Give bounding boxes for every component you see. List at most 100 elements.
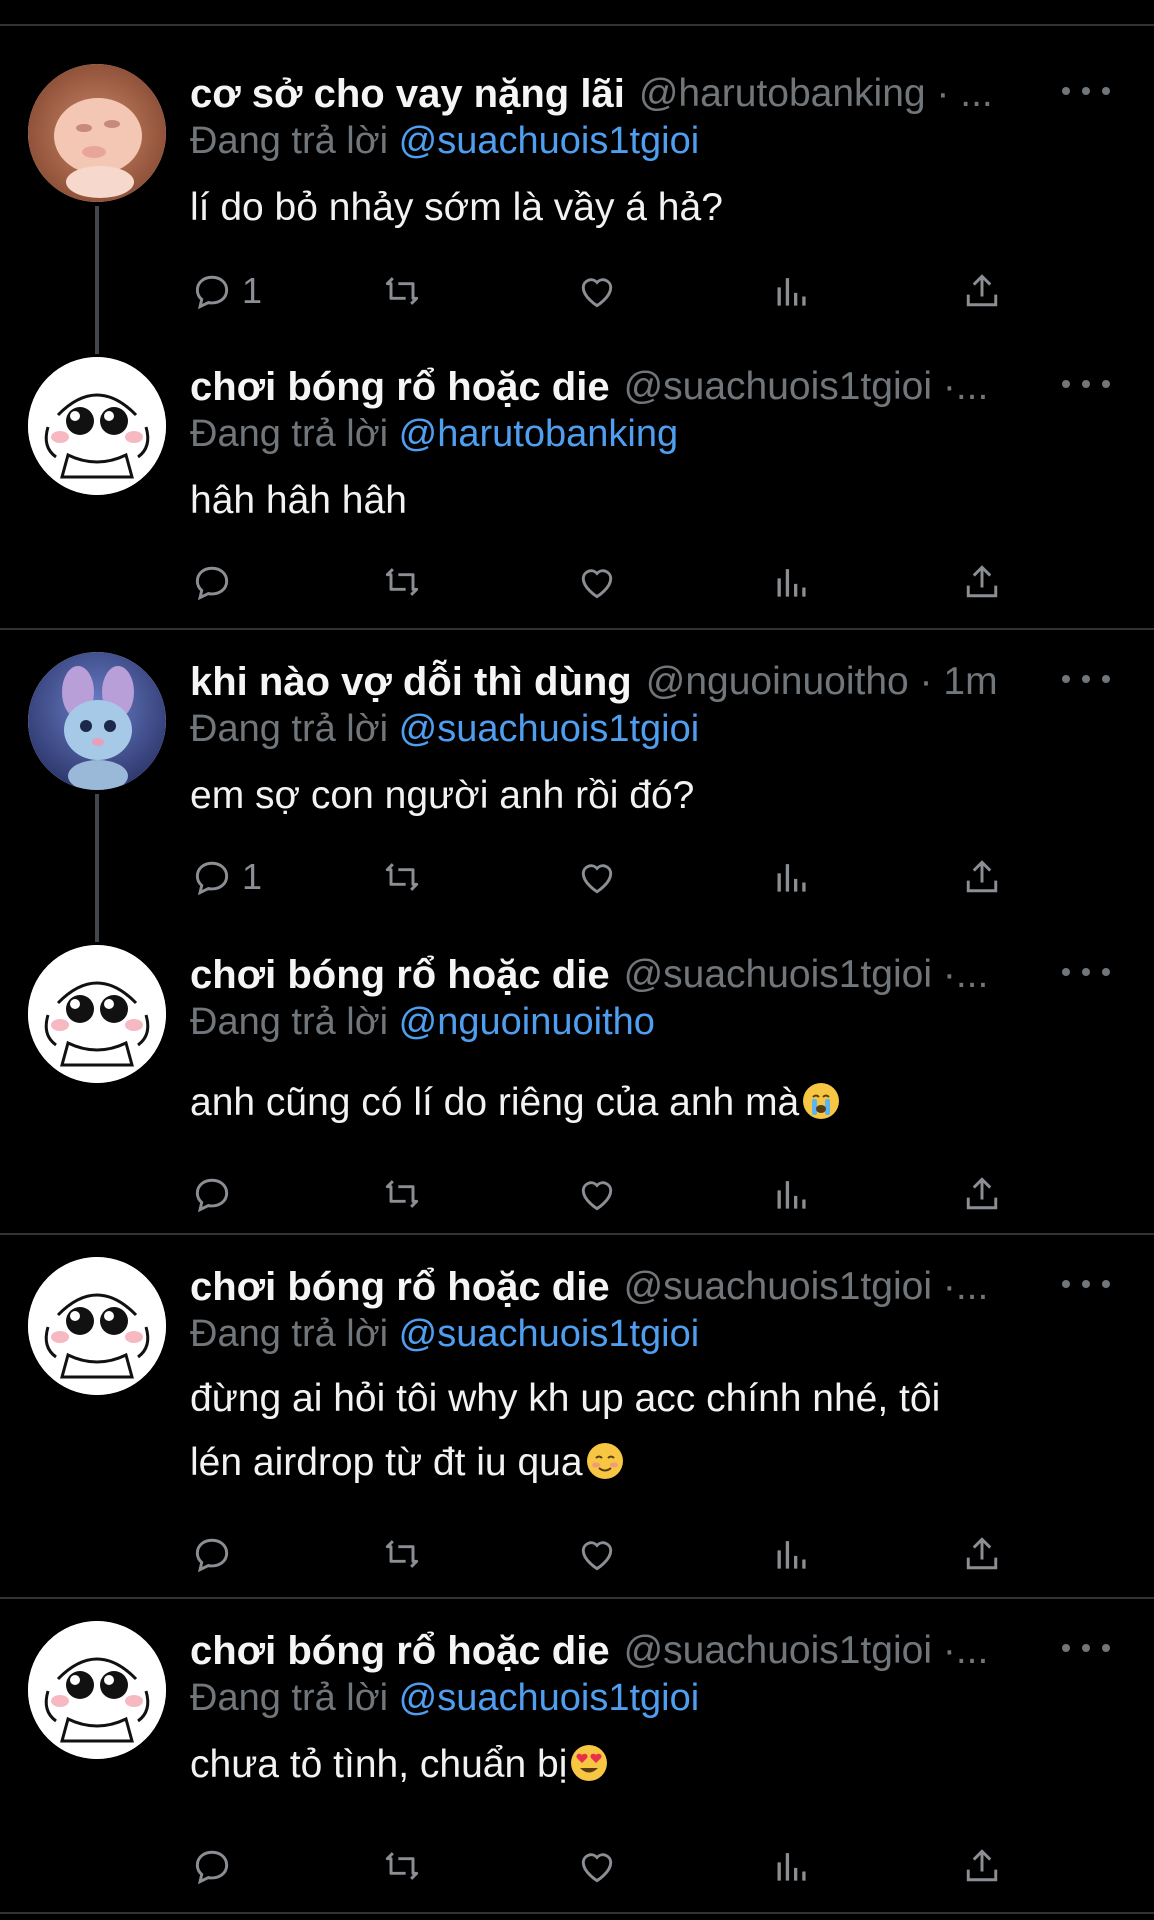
tweet-text: anh cũng có lí do riêng của anh mà — [190, 1071, 1090, 1135]
views-icon — [777, 1541, 806, 1569]
bottom-divider — [0, 1912, 1154, 1914]
reply-icon — [195, 566, 229, 601]
action-bar: 1 — [190, 852, 1020, 902]
tweet[interactable]: chơi bóng rổ hoặc die @suachuois1tgioi ·… — [0, 945, 1154, 1215]
retweet-button[interactable] — [380, 1169, 424, 1219]
more-options-icon[interactable] — [1058, 1633, 1114, 1663]
avatar[interactable] — [28, 1621, 166, 1759]
display-name[interactable]: chơi bóng rổ hoặc die — [190, 365, 610, 410]
avatar[interactable] — [28, 1257, 166, 1395]
username-handle[interactable]: @suachuois1tgioi ·... — [624, 1265, 1124, 1309]
baby-face-avatar-icon — [28, 64, 166, 202]
reply-button[interactable] — [190, 557, 234, 607]
views-icon — [777, 1181, 806, 1209]
reply-button[interactable] — [190, 1529, 234, 1579]
avatar[interactable] — [28, 652, 166, 790]
replying-to: Đang trả lời @suachuois1tgioi — [190, 120, 700, 162]
more-options-icon[interactable] — [1058, 76, 1114, 106]
retweet-button[interactable] — [380, 557, 424, 607]
like-button[interactable] — [575, 1841, 619, 1891]
avatar[interactable] — [28, 945, 166, 1083]
retweet-button[interactable] — [380, 1529, 424, 1579]
mention-link[interactable]: @suachuois1tgioi — [399, 120, 700, 162]
tweet[interactable]: chơi bóng rổ hoặc die @suachuois1tgioi ·… — [0, 1257, 1154, 1577]
views-icon — [777, 569, 806, 597]
share-icon — [966, 860, 998, 893]
tweet[interactable]: cơ sở cho vay nặng lãi @harutobanking · … — [0, 64, 1154, 314]
username-handle[interactable]: @suachuois1tgioi ·... — [624, 953, 1124, 997]
cartoon-face-avatar-icon — [28, 1621, 166, 1759]
tweet-text: đừng ai hỏi tôi why kh up acc chính nhé,… — [190, 1377, 941, 1484]
share-button[interactable] — [960, 1841, 1004, 1891]
like-icon — [581, 1541, 613, 1571]
like-button[interactable] — [575, 557, 619, 607]
replying-to: Đang trả lời @harutobanking — [190, 413, 679, 455]
username-handle[interactable]: @harutobanking · ... — [639, 72, 1124, 116]
like-icon — [581, 1853, 613, 1883]
views-button[interactable] — [770, 1841, 814, 1891]
tweet[interactable]: khi nào vợ dỗi thì dùng @nguoinuoitho · … — [0, 652, 1154, 902]
crying-face-emoji-icon — [803, 1083, 840, 1119]
more-options-icon[interactable] — [1058, 664, 1114, 694]
tweet[interactable]: chơi bóng rổ hoặc die @suachuois1tgioi ·… — [0, 1621, 1154, 1901]
views-icon — [777, 864, 806, 892]
display-name[interactable]: chơi bóng rổ hoặc die — [190, 1629, 610, 1674]
retweet-icon — [385, 277, 419, 305]
more-options-icon[interactable] — [1058, 369, 1114, 399]
retweet-button[interactable] — [380, 266, 424, 316]
display-name[interactable]: chơi bóng rổ hoặc die — [190, 953, 610, 998]
views-icon — [777, 1853, 806, 1881]
avatar[interactable] — [28, 64, 166, 202]
views-button[interactable] — [770, 1529, 814, 1579]
views-button[interactable] — [770, 266, 814, 316]
tweet[interactable]: chơi bóng rổ hoặc die @suachuois1tgioi ·… — [0, 357, 1154, 607]
tweet-header: chơi bóng rổ hoặc die @suachuois1tgioi ·… — [190, 1623, 1124, 1679]
share-button[interactable] — [960, 852, 1004, 902]
share-button[interactable] — [960, 1169, 1004, 1219]
display-name[interactable]: cơ sở cho vay nặng lãi — [190, 72, 625, 117]
like-icon — [581, 864, 613, 894]
reply-button[interactable]: 1 — [190, 266, 262, 316]
like-icon — [581, 278, 613, 308]
reply-button[interactable]: 1 — [190, 852, 262, 902]
mention-link[interactable]: @suachuois1tgioi — [399, 1677, 700, 1719]
share-icon — [966, 1177, 998, 1210]
views-button[interactable] — [770, 852, 814, 902]
bunny-avatar-icon — [28, 652, 166, 790]
retweet-button[interactable] — [380, 852, 424, 902]
like-button[interactable] — [575, 266, 619, 316]
reply-button[interactable] — [190, 1169, 234, 1219]
share-button[interactable] — [960, 1529, 1004, 1579]
views-button[interactable] — [770, 1169, 814, 1219]
mention-link[interactable]: @suachuois1tgioi — [399, 708, 700, 750]
username-handle[interactable]: @suachuois1tgioi ·... — [624, 1629, 1124, 1673]
like-button[interactable] — [575, 852, 619, 902]
more-options-icon[interactable] — [1058, 957, 1114, 987]
share-button[interactable] — [960, 557, 1004, 607]
views-button[interactable] — [770, 557, 814, 607]
reply-icon — [195, 1538, 229, 1573]
reply-button[interactable] — [190, 1841, 234, 1891]
display-name[interactable]: chơi bóng rổ hoặc die — [190, 1265, 610, 1310]
share-button[interactable] — [960, 266, 1004, 316]
retweet-icon — [385, 1852, 419, 1880]
username-handle[interactable]: @nguoinuoitho · 1m — [646, 660, 1124, 704]
tweet-header: cơ sở cho vay nặng lãi @harutobanking · … — [190, 66, 1124, 122]
more-options-icon[interactable] — [1058, 1269, 1114, 1299]
reply-icon — [195, 861, 229, 896]
replying-to: Đang trả lời @suachuois1tgioi — [190, 1313, 700, 1355]
display-name[interactable]: khi nào vợ dỗi thì dùng — [190, 660, 632, 705]
avatar[interactable] — [28, 357, 166, 495]
action-bar — [190, 557, 1020, 607]
retweet-button[interactable] — [380, 1841, 424, 1891]
tweet-header: chơi bóng rổ hoặc die @suachuois1tgioi ·… — [190, 1259, 1124, 1315]
action-bar: 1 — [190, 266, 1020, 316]
username-handle[interactable]: @suachuois1tgioi ·... — [624, 365, 1124, 409]
mention-link[interactable]: @suachuois1tgioi — [399, 1313, 700, 1355]
cartoon-face-avatar-icon — [28, 945, 166, 1083]
like-button[interactable] — [575, 1169, 619, 1219]
tweet-header: chơi bóng rổ hoặc die @suachuois1tgioi ·… — [190, 359, 1124, 415]
mention-link[interactable]: @nguoinuoitho — [399, 1001, 655, 1043]
mention-link[interactable]: @harutobanking — [399, 413, 678, 455]
like-button[interactable] — [575, 1529, 619, 1579]
